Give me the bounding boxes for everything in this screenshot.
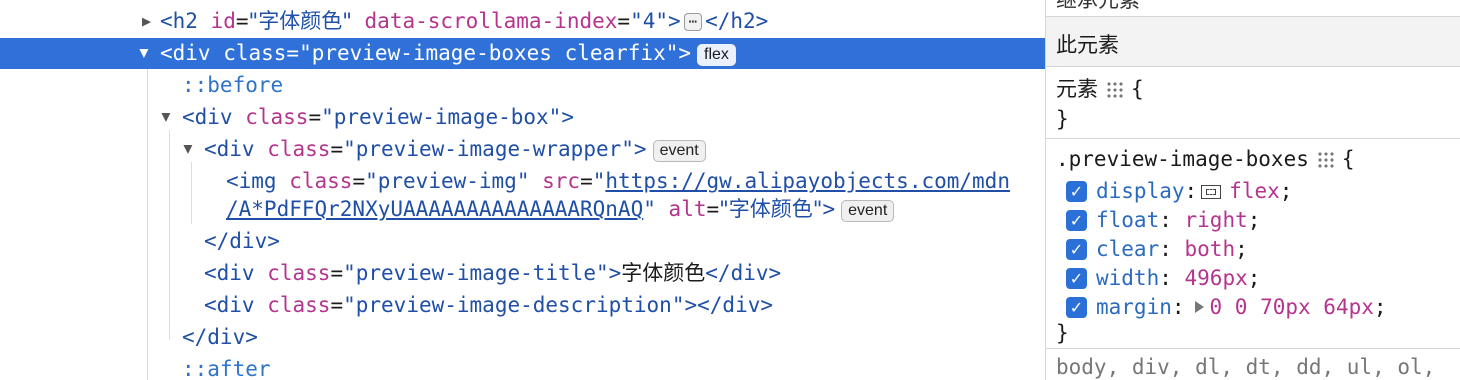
next-style-rule[interactable]: body, div, dl, dt, dd, ul, ol, xyxy=(1046,348,1460,380)
styles-panel: 继承元素 此元素 元素 { } .preview-image-boxes { ✓ d… xyxy=(1045,0,1460,380)
dom-tree-panel: ▶ <h2 id="字体颜色" data-scrollama-index="4"… xyxy=(0,0,1045,380)
expand-shorthand-icon[interactable] xyxy=(1194,301,1204,313)
prop-name[interactable]: clear xyxy=(1096,237,1159,261)
closing-tag: </h2> xyxy=(705,9,769,33)
attr-value: "preview-image-box" xyxy=(321,105,562,129)
prop-value[interactable]: 0 0 70px 64px xyxy=(1210,295,1374,319)
flex-editor-icon[interactable] xyxy=(1201,185,1222,199)
closing-tag: </div> xyxy=(182,325,258,349)
closing-tag: </div> xyxy=(204,229,280,253)
tag-name: <h2 xyxy=(160,9,198,33)
pseudo-element-before: ::before xyxy=(182,73,284,97)
src-link[interactable]: https://gw.alipayobjects.com/mdn xyxy=(605,169,1010,193)
tree-row-h2[interactable]: ▶ <h2 id="字体颜色" data-scrollama-index="4"… xyxy=(0,6,1045,37)
pseudo-element-after: ::after xyxy=(182,357,271,380)
grid-dots-icon[interactable] xyxy=(1106,81,1123,98)
attr-value: "preview-image-wrapper" xyxy=(343,137,634,161)
inherited-heading-cut: 继承元素 xyxy=(1056,0,1140,12)
attr-name: src xyxy=(542,169,581,193)
collapse-triangle-icon[interactable]: ▶ xyxy=(151,113,182,122)
prop-value[interactable]: right xyxy=(1185,208,1248,232)
tree-row-preview-image-box[interactable]: ▶ <div class="preview-image-box"> xyxy=(0,102,1045,133)
tree-row-selected-div[interactable]: ▶ <div class="preview-image-boxes clearf… xyxy=(0,38,1045,69)
tag-name: <div xyxy=(204,293,255,317)
prop-name[interactable]: float xyxy=(1096,208,1159,232)
prop-value[interactable]: flex xyxy=(1229,179,1280,203)
close-brace: } xyxy=(1056,321,1069,345)
attr-name: class xyxy=(267,137,331,161)
attr-name: class xyxy=(267,293,331,317)
collapse-triangle-icon[interactable]: ▶ xyxy=(129,49,160,58)
attr-value: "4" xyxy=(630,9,668,33)
tree-row-preview-image-wrapper[interactable]: ▶ <div class="preview-image-wrapper"> eve… xyxy=(0,134,1045,165)
text-node: 字体颜色 xyxy=(621,261,706,285)
this-element-header: 此元素 xyxy=(1046,16,1460,67)
tree-row-close-box[interactable]: </div> xyxy=(0,322,1045,353)
tree-row-close-wrapper[interactable]: </div> xyxy=(0,226,1045,257)
attr-name: alt xyxy=(668,197,707,221)
checkbox-checked-icon[interactable]: ✓ xyxy=(1066,239,1087,260)
prop-margin[interactable]: ✓ margin: 0 0 70px 64px; xyxy=(1046,293,1460,322)
checkbox-checked-icon[interactable]: ✓ xyxy=(1066,210,1087,231)
expand-triangle-icon[interactable]: ▶ xyxy=(142,6,151,37)
grid-dots-icon[interactable] xyxy=(1316,151,1334,168)
attr-value: "字体颜色" xyxy=(248,9,352,33)
open-brace: { xyxy=(1131,77,1144,101)
element-label: 元素 xyxy=(1056,77,1098,101)
tag-name: <img xyxy=(226,169,277,193)
tag-name: <div xyxy=(204,261,255,285)
src-link-continued[interactable]: /A*PdFFQr2NXyUAAAAAAAAAAAAAARQnAQ xyxy=(226,197,643,221)
open-brace: { xyxy=(1341,147,1355,171)
prop-float[interactable]: ✓ float: right; xyxy=(1046,206,1460,235)
flex-badge[interactable]: flex xyxy=(697,44,736,66)
selected-node-markup: <div class="preview-image-boxes clearfix… xyxy=(160,41,692,65)
prop-value[interactable]: both xyxy=(1185,237,1236,261)
prop-value[interactable]: 496px xyxy=(1185,266,1248,290)
prop-name[interactable]: margin xyxy=(1096,295,1172,319)
tree-row-img[interactable]: <img class="preview-img" src="https://gw… xyxy=(0,166,1045,197)
element-style-rule[interactable]: 元素 { } xyxy=(1046,66,1460,139)
preview-image-boxes-rule[interactable]: .preview-image-boxes { ✓ display: flex; ✓ … xyxy=(1046,138,1460,349)
tree-row-img-continued[interactable]: /A*PdFFQr2NXyUAAAAAAAAAAAAAARQnAQ" alt="… xyxy=(0,194,1045,225)
attr-name: class xyxy=(245,105,309,129)
checkbox-checked-icon[interactable]: ✓ xyxy=(1066,181,1087,202)
prop-name[interactable]: display xyxy=(1096,179,1185,203)
tree-row-after[interactable]: ::after xyxy=(0,354,1045,380)
rule-selector[interactable]: .preview-image-boxes xyxy=(1056,147,1309,171)
prop-clear[interactable]: ✓ clear: both; xyxy=(1046,235,1460,264)
attr-value: "preview-image-title" xyxy=(343,261,609,285)
event-badge[interactable]: event xyxy=(652,140,706,162)
attr-value: "preview-image-description" xyxy=(343,293,685,317)
tree-row-preview-image-description[interactable]: <div class="preview-image-description"><… xyxy=(0,290,1045,321)
prop-display[interactable]: ✓ display: flex; xyxy=(1046,177,1460,206)
attr-value: "字体颜色" xyxy=(719,197,823,221)
collapsed-content-ellipsis[interactable]: ⋯ xyxy=(683,13,703,31)
this-element-title: 此元素 xyxy=(1056,33,1119,57)
tag-name: <div xyxy=(204,137,255,161)
attr-name: data-scrollama-index xyxy=(364,9,618,33)
prop-width[interactable]: ✓ width: 496px; xyxy=(1046,264,1460,293)
attr-name: class xyxy=(267,261,331,285)
collapse-triangle-icon[interactable]: ▶ xyxy=(173,145,204,154)
checkbox-checked-icon[interactable]: ✓ xyxy=(1066,268,1087,289)
tree-row-before[interactable]: ::before xyxy=(0,70,1045,101)
tag-name: <div xyxy=(182,105,233,129)
closing-tag: </div> xyxy=(705,261,782,285)
checkbox-checked-icon[interactable]: ✓ xyxy=(1066,297,1087,318)
tree-row-preview-image-title[interactable]: <div class="preview-image-title">字体颜色</d… xyxy=(0,258,1045,289)
event-badge[interactable]: event xyxy=(841,200,895,222)
attr-value: "preview-img" xyxy=(365,169,530,193)
close-brace: } xyxy=(1056,107,1069,131)
attr-name: id xyxy=(210,9,236,33)
closing-tag: </div> xyxy=(697,293,773,317)
attr-name: class xyxy=(289,169,353,193)
next-rule-selector[interactable]: body, div, dl, dt, dd, ul, ol, xyxy=(1056,353,1435,380)
prop-name[interactable]: width xyxy=(1096,266,1159,290)
